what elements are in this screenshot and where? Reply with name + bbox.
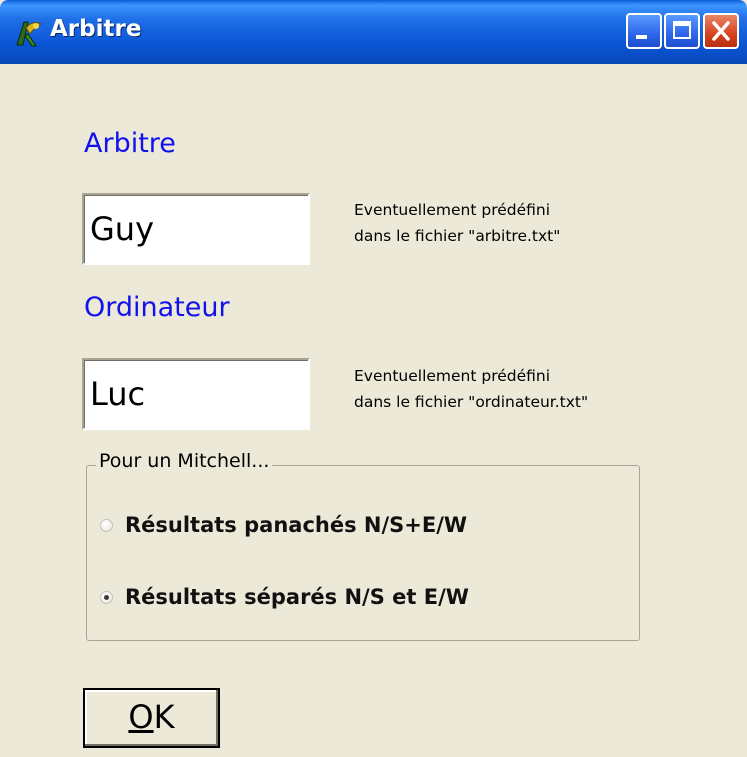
window-title: Arbitre <box>50 16 142 42</box>
maximize-button[interactable] <box>664 13 700 49</box>
ok-mnemonic: O <box>128 698 154 736</box>
arbitre-window: Arbitre Arbitre Eventuellement prédéfini… <box>0 0 747 757</box>
ordinateur-hint-line2: dans le fichier "ordinateur.txt" <box>354 393 589 411</box>
radio-label-separes[interactable]: Résultats séparés N/S et E/W <box>125 585 469 609</box>
radio-option-separes[interactable]: Résultats séparés N/S et E/W <box>100 585 469 609</box>
ok-label-rest: K <box>153 698 175 736</box>
minimize-button[interactable] <box>626 13 662 49</box>
ordinateur-hint: Eventuellement prédéfini dans le fichier… <box>354 363 588 415</box>
radio-button[interactable] <box>100 518 113 532</box>
mitchell-legend: Pour un Mitchell... <box>96 450 273 472</box>
arbitre-hint-line2: dans le fichier "arbitre.txt" <box>354 227 561 245</box>
radio-label-panaches[interactable]: Résultats panachés N/S+E/W <box>125 513 467 537</box>
radio-dot-icon <box>104 594 109 600</box>
close-icon <box>712 21 730 41</box>
close-button[interactable] <box>703 13 739 49</box>
arbitre-hint-line1: Eventuellement prédéfini <box>354 201 551 219</box>
maximize-icon <box>673 21 691 39</box>
ordinateur-hint-line1: Eventuellement prédéfini <box>354 367 551 385</box>
ordinateur-label: Ordinateur <box>84 292 230 323</box>
radio-option-panaches[interactable]: Résultats panachés N/S+E/W <box>100 513 467 537</box>
arbitre-input[interactable] <box>82 193 310 265</box>
app-icon <box>14 18 44 48</box>
ordinateur-input[interactable] <box>82 358 310 430</box>
radio-button-selected[interactable] <box>100 590 113 604</box>
minimize-icon <box>636 35 647 39</box>
arbitre-label: Arbitre <box>84 128 176 159</box>
ok-button[interactable]: OK <box>83 688 220 748</box>
title-bar[interactable]: Arbitre <box>0 0 747 64</box>
mitchell-groupbox <box>86 465 640 641</box>
window-border <box>0 64 8 757</box>
arbitre-hint: Eventuellement prédéfini dans le fichier… <box>354 197 560 249</box>
